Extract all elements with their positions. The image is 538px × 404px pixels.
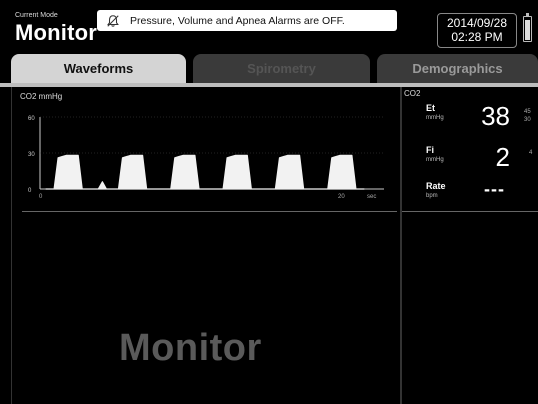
x-tick-label: 0 — [39, 194, 43, 200]
header-bar: Current Mode Monitor Pressure, Volume an… — [0, 0, 538, 52]
et-label: Et — [426, 103, 435, 113]
waveform-divider — [22, 211, 397, 212]
tab-waveforms[interactable]: Waveforms — [11, 54, 186, 83]
fi-label: Fi — [426, 145, 434, 155]
y-tick-label: 60 — [28, 116, 35, 122]
x-tick-label: 20 — [338, 194, 345, 200]
tab-spirometry[interactable]: Spirometry — [193, 54, 370, 83]
battery-fill — [525, 20, 530, 40]
datetime-display[interactable]: 2014/09/28 02:28 PM — [437, 13, 517, 48]
co2-waveform-trace — [45, 154, 365, 190]
fi-value: 2 — [495, 142, 510, 172]
current-mode-title: Monitor — [15, 20, 98, 45]
rate-unit: bpm — [426, 193, 438, 199]
rate-value: --- — [484, 179, 505, 199]
current-mode-caption: Current Mode — [15, 12, 58, 19]
waveform-label: CO2 mmHg — [20, 92, 63, 101]
time-text: 02:28 PM — [451, 30, 503, 44]
rate-label: Rate — [426, 181, 446, 191]
y-tick-label: 0 — [28, 188, 32, 194]
et-value: 38 — [481, 101, 510, 131]
alarm-text: Pressure, Volume and Apnea Alarms are OF… — [130, 14, 345, 27]
co2-waveform-chart: 60 30 0 0 20 sec — [28, 116, 384, 200]
et-upper-limit: 45 — [524, 109, 531, 115]
co2-panel-title: CO2 — [404, 89, 421, 98]
waveform-panel: CO2 mmHg 60 30 0 0 20 sec Monitor — [11, 87, 399, 404]
mode-watermark: Monitor — [119, 327, 262, 369]
y-tick-label: 30 — [28, 152, 35, 158]
date-text: 2014/09/28 — [446, 16, 508, 30]
et-unit: mmHg — [426, 115, 444, 121]
tab-bar: Waveforms Spirometry Demographics — [0, 54, 538, 83]
co2-values-panel: CO2 Et mmHg 38 45 30 Fi mmHg 2 4 Rate bp… — [400, 87, 538, 404]
et-lower-limit: 30 — [524, 117, 531, 123]
alarm-banner[interactable]: Pressure, Volume and Apnea Alarms are OF… — [97, 10, 397, 31]
fi-unit: mmHg — [426, 157, 444, 163]
fi-upper-limit: 4 — [529, 150, 533, 156]
x-unit-label: sec — [367, 194, 376, 200]
side-divider — [402, 211, 538, 212]
battery-icon — [523, 13, 532, 42]
bell-icon — [107, 14, 119, 27]
tab-demographics[interactable]: Demographics — [377, 54, 538, 83]
